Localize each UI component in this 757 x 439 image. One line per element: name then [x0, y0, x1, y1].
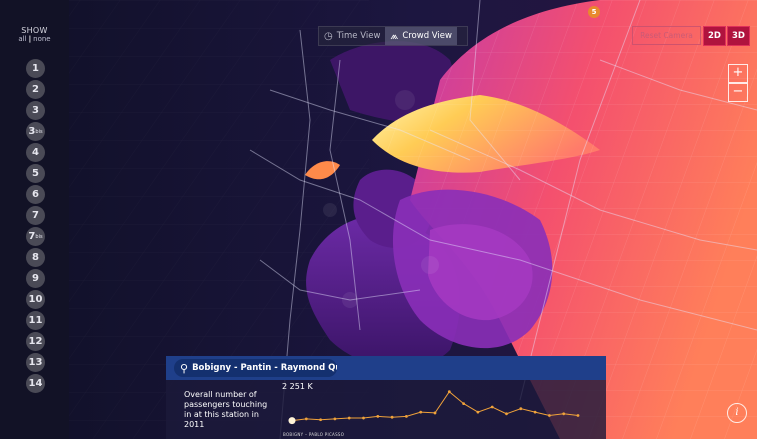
info-button[interactable]: i	[727, 403, 747, 423]
ridership-sparkline[interactable]	[278, 386, 598, 432]
time-view-button[interactable]: ◷ Time View	[319, 27, 385, 45]
line-number: 8	[32, 252, 39, 263]
station-search-input[interactable]: ⚲ Bobigny - Pantin - Raymond Qu...	[174, 359, 337, 377]
line-6-button[interactable]: 6	[26, 185, 45, 204]
crowd-view-label: Crowd View	[402, 31, 452, 41]
sparkline-caption: BOBIGNY – PABLO PICASSO	[283, 432, 345, 437]
line-suffix: bis	[35, 234, 43, 240]
line-12-button[interactable]: 12	[26, 332, 45, 351]
line-number: 10	[28, 294, 43, 305]
crowd-view-button[interactable]: ⩕ Crowd View	[385, 27, 457, 45]
line-14-button[interactable]: 14	[26, 374, 45, 393]
station-info-panel: ⚲ Bobigny - Pantin - Raymond Qu... 2 251…	[166, 356, 606, 439]
station-search-value: Bobigny - Pantin - Raymond Qu...	[192, 363, 337, 373]
sparkline-point	[304, 417, 308, 421]
zoom-in-button[interactable]: +	[728, 64, 748, 83]
sparkline-path	[291, 390, 579, 422]
line-suffix: bis	[35, 129, 43, 135]
station-description: Overall number of passengers touching in…	[184, 390, 268, 429]
line-number: 3	[32, 105, 39, 116]
3d-button[interactable]: 3D	[727, 26, 750, 46]
sparkline-point	[362, 416, 365, 420]
line-number: 7	[32, 210, 39, 221]
show-all-link[interactable]: all	[18, 35, 26, 43]
2d-button[interactable]: 2D	[703, 26, 726, 46]
sparkline-point	[319, 418, 322, 422]
dimension-toggle: 2D 3D	[703, 26, 750, 46]
sparkline-point	[462, 402, 465, 405]
line-11-button[interactable]: 11	[26, 311, 45, 330]
show-toggle: all | none	[0, 35, 69, 43]
line-number: 14	[28, 378, 43, 389]
show-none-link[interactable]: none	[33, 35, 50, 43]
crowd-icon: ⩕	[390, 30, 399, 42]
sparkline-point	[433, 411, 437, 415]
view-toggle: ◷ Time View ⩕ Crowd View	[318, 26, 468, 46]
line-10-button[interactable]: 10	[26, 290, 45, 309]
clock-icon: ◷	[324, 30, 333, 42]
zoom-out-button[interactable]: −	[728, 83, 748, 102]
sparkline-point	[390, 415, 394, 419]
sparkline-point	[405, 414, 408, 418]
line-2-button[interactable]: 2	[26, 80, 45, 99]
line-3-button[interactable]: 3	[26, 101, 45, 120]
line-number: 1	[32, 63, 39, 74]
sparkline-point	[347, 416, 351, 420]
sparkline-point	[519, 407, 523, 411]
line-5-badge: 5	[588, 6, 600, 18]
toggle-separator: |	[28, 35, 32, 43]
line-3bis-button[interactable]: 3bis	[26, 122, 45, 141]
sparkline-point	[447, 390, 451, 394]
line-7-button[interactable]: 7	[26, 206, 45, 225]
line-1-button[interactable]: 1	[26, 59, 45, 78]
line-number: 13	[28, 357, 43, 368]
sparkline-point	[533, 410, 537, 414]
sparkline-point	[490, 405, 494, 409]
line-number: 6	[32, 189, 39, 200]
sparkline-point	[333, 417, 337, 421]
time-view-label: Time View	[336, 31, 381, 41]
line-number: 11	[28, 315, 43, 326]
line-number: 2	[32, 84, 39, 95]
line-7bis-button[interactable]: 7bis	[26, 227, 45, 246]
sparkline-current-marker	[288, 417, 296, 425]
line-8-button[interactable]: 8	[26, 248, 45, 267]
line-13-button[interactable]: 13	[26, 353, 45, 372]
sparkline-point	[576, 414, 580, 417]
sparkline-point	[548, 414, 551, 417]
line-4-button[interactable]: 4	[26, 143, 45, 162]
station-panel-header: ⚲ Bobigny - Pantin - Raymond Qu...	[166, 356, 606, 380]
sparkline-point	[562, 412, 566, 416]
sparkline-point	[376, 414, 380, 418]
line-number: 5	[32, 168, 39, 179]
line-number: 4	[32, 147, 39, 158]
sparkline-point	[505, 412, 508, 416]
sparkline-point	[419, 410, 423, 414]
line-number: 9	[32, 273, 39, 284]
line-filter-sidebar: SHOW all | none 1 2 3 3bis 4 5 6 7 7bis 8 9 10 11 12 13 1…	[0, 0, 69, 439]
sparkline-point	[476, 410, 480, 414]
search-icon: ⚲	[180, 361, 189, 375]
line-9-button[interactable]: 9	[26, 269, 45, 288]
reset-camera-button[interactable]: Reset Camera	[632, 26, 701, 45]
line-number: 12	[28, 336, 43, 347]
show-title: SHOW	[21, 26, 48, 35]
line-5-button[interactable]: 5	[26, 164, 45, 183]
